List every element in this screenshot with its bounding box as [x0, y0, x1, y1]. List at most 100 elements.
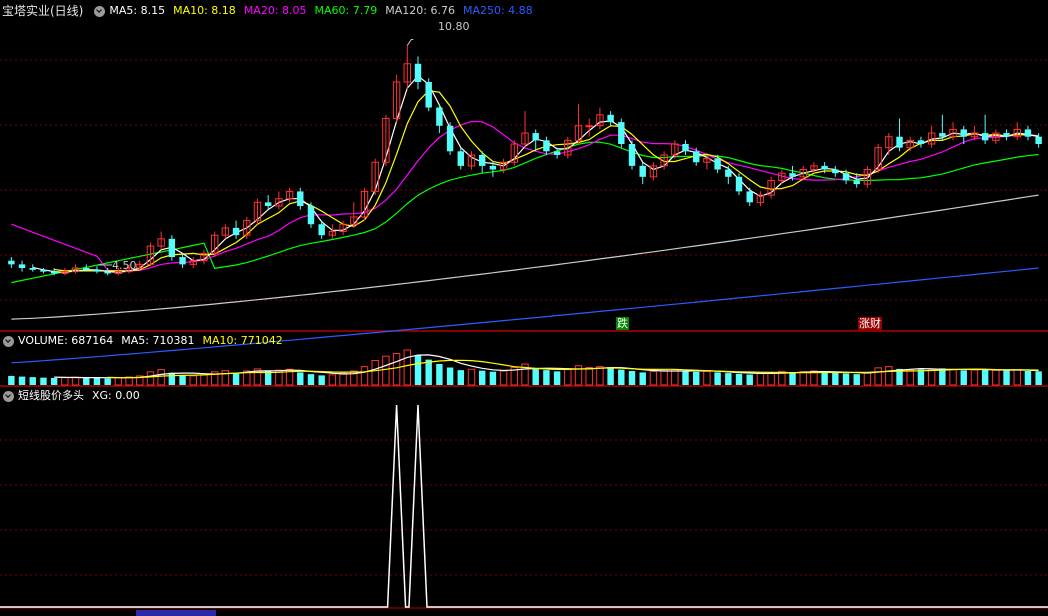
indicator-panel-header: 短线股价多头 XG: 0.00 — [0, 387, 148, 405]
signal-up-marker[interactable]: 涨财 — [858, 317, 882, 330]
volume-bar — [61, 377, 69, 386]
volume-bar — [371, 360, 379, 386]
volume-bar — [596, 366, 604, 386]
ma120-label: MA120: 6.76 — [385, 4, 455, 17]
volume-bar — [789, 372, 796, 385]
volume-bar — [18, 376, 26, 385]
candle-body — [746, 191, 753, 203]
volume-bar — [157, 369, 165, 386]
volume-bar — [671, 369, 679, 386]
ma60-line — [11, 141, 1039, 284]
candle-body — [478, 154, 486, 166]
volume-bar — [693, 371, 700, 385]
candle-body — [725, 169, 732, 177]
candle-body — [1035, 136, 1042, 144]
candle-body — [297, 191, 304, 206]
volume-bar — [40, 377, 47, 385]
volume-bar — [297, 372, 304, 385]
ma5-line — [32, 75, 1039, 273]
ma20-label: MA20: 8.05 — [243, 4, 307, 17]
candle-body — [714, 158, 721, 170]
candle-body — [1003, 133, 1010, 137]
volume-bar — [318, 375, 325, 385]
volume-bar — [863, 372, 872, 386]
low-price-annotation: 4.50 — [112, 259, 137, 272]
candle-body — [543, 140, 550, 152]
candle-body — [104, 271, 111, 274]
volume-bar — [189, 375, 197, 386]
volume-bar — [725, 373, 732, 385]
volume-bar — [767, 371, 775, 386]
candle-body — [842, 173, 850, 181]
volume-bar — [200, 374, 208, 386]
volume-bar — [50, 378, 58, 385]
candle-body — [682, 144, 689, 152]
candle-body — [29, 268, 36, 270]
volume-bar — [179, 375, 186, 385]
candle-body — [639, 165, 646, 177]
volume-bar — [628, 371, 636, 385]
volume-bar — [756, 372, 765, 386]
volume-bar — [1003, 370, 1010, 385]
chevron-down-icon[interactable] — [94, 5, 106, 17]
signal-down-marker[interactable]: 跌 — [616, 317, 629, 330]
volume-bar — [114, 377, 123, 386]
volume-bar — [29, 377, 36, 385]
volume-bar — [104, 378, 111, 385]
volume-bar — [585, 367, 593, 386]
volume-bar — [403, 349, 411, 386]
volume-bar — [221, 370, 230, 386]
volume-bar — [339, 372, 347, 386]
high-pointer — [406, 39, 414, 46]
candle-body — [50, 271, 58, 274]
volume-bar — [714, 372, 721, 385]
price-panel-header: 宝塔实业(日线) MA5: 8.15 MA10: 8.18 MA20: 8.05… — [0, 2, 541, 20]
candle-body — [8, 260, 15, 265]
volume-bar — [703, 370, 711, 386]
volume-bar — [842, 373, 850, 385]
candle-body — [832, 169, 839, 174]
volume-bar — [960, 370, 967, 385]
volume-bar — [939, 368, 946, 385]
volume-ma5-label: MA5: 710381 — [121, 334, 195, 347]
volume-bar — [499, 370, 508, 386]
volume-bar — [1035, 371, 1042, 385]
volume-bar — [532, 368, 539, 385]
volume-bar — [927, 368, 936, 386]
candle-body — [307, 206, 315, 225]
candle-body — [917, 140, 925, 144]
volume-bar — [93, 378, 101, 385]
volume-ma10-label: MA10: 771042 — [202, 334, 283, 347]
stock-chart-canvas[interactable] — [0, 0, 1048, 616]
chevron-down-icon[interactable] — [3, 390, 14, 402]
date-axis-cursor-tab[interactable] — [136, 610, 216, 616]
volume-bar — [446, 367, 454, 385]
volume-bar — [71, 376, 80, 386]
candle-body — [735, 176, 743, 192]
volume-bar — [949, 369, 957, 386]
candle-body — [446, 125, 454, 152]
candle-body — [425, 82, 432, 108]
candle-body — [981, 133, 989, 141]
volume-label: VOLUME: 687164 — [18, 334, 114, 347]
volume-bar — [1024, 371, 1032, 385]
volume-bar — [917, 369, 925, 385]
volume-bar — [821, 372, 828, 385]
volume-bar — [8, 375, 15, 385]
volume-bar — [799, 371, 807, 386]
candle-body — [83, 268, 90, 270]
volume-bar — [885, 366, 893, 386]
candle-body — [553, 151, 561, 155]
volume-bar — [660, 370, 668, 386]
candle-body — [40, 269, 47, 272]
candle-body — [585, 125, 593, 128]
candle-body — [896, 136, 903, 148]
candle-body — [789, 173, 796, 177]
candle-body — [693, 151, 700, 163]
candle-body — [939, 133, 946, 137]
volume-bar — [264, 371, 272, 385]
volume-bar — [543, 370, 550, 385]
volume-bar — [489, 371, 497, 385]
volume-bar — [83, 377, 90, 385]
chevron-down-icon[interactable] — [3, 335, 14, 347]
